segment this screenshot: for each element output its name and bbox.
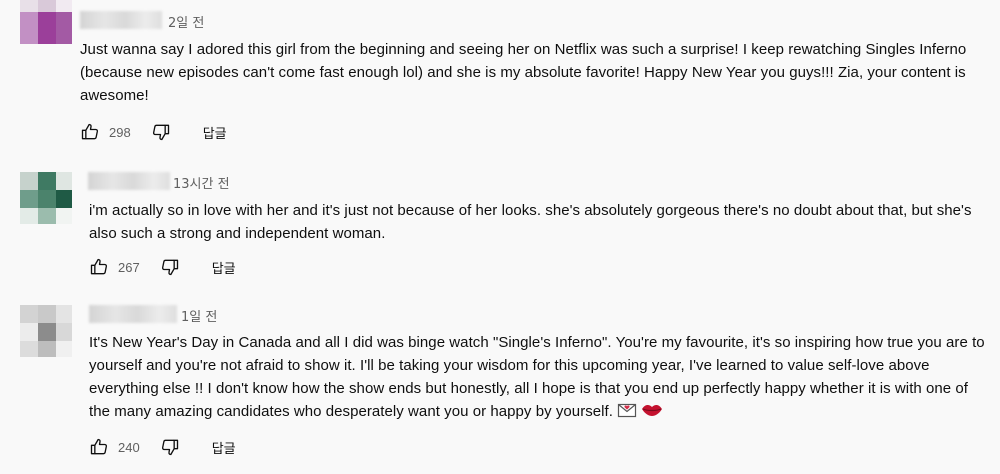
- like-count: 240: [118, 439, 140, 455]
- comment-text: i'm actually so in love with her and it'…: [89, 202, 972, 242]
- comment-time[interactable]: 1일 전: [181, 306, 217, 325]
- thumbs-up-icon[interactable]: [80, 122, 100, 142]
- comment-actions: 298 답글: [80, 122, 227, 142]
- reply-button[interactable]: 답글: [212, 258, 236, 277]
- comment-text: It's New Year's Day in Canada and all I …: [89, 331, 985, 426]
- avatar[interactable]: [20, 172, 72, 224]
- comment-actions: 267 답글: [89, 257, 236, 277]
- comment-time[interactable]: 13시간 전: [173, 173, 230, 192]
- comment-actions: 240 답글: [89, 437, 236, 457]
- love-letter-icon: [617, 401, 637, 426]
- thumbs-up-icon[interactable]: [89, 257, 109, 277]
- thumbs-down-icon[interactable]: [151, 122, 171, 142]
- thumbs-up-icon[interactable]: [89, 437, 109, 457]
- author-name-blurred[interactable]: [80, 11, 162, 29]
- like-count: 298: [109, 124, 131, 140]
- reply-button[interactable]: 답글: [203, 123, 227, 142]
- avatar[interactable]: [20, 305, 72, 357]
- reply-button[interactable]: 답글: [212, 438, 236, 457]
- thumbs-down-icon[interactable]: [160, 437, 180, 457]
- avatar[interactable]: [20, 0, 72, 44]
- author-name-blurred[interactable]: [89, 305, 177, 323]
- comment-time[interactable]: 2일 전: [168, 12, 204, 31]
- kiss-lips-icon: [641, 401, 663, 426]
- thumbs-down-icon[interactable]: [160, 257, 180, 277]
- comment-text-body: It's New Year's Day in Canada and all I …: [89, 334, 985, 420]
- author-name-blurred[interactable]: [88, 172, 170, 190]
- like-count: 267: [118, 259, 140, 275]
- comment-text: Just wanna say I adored this girl from t…: [80, 41, 967, 104]
